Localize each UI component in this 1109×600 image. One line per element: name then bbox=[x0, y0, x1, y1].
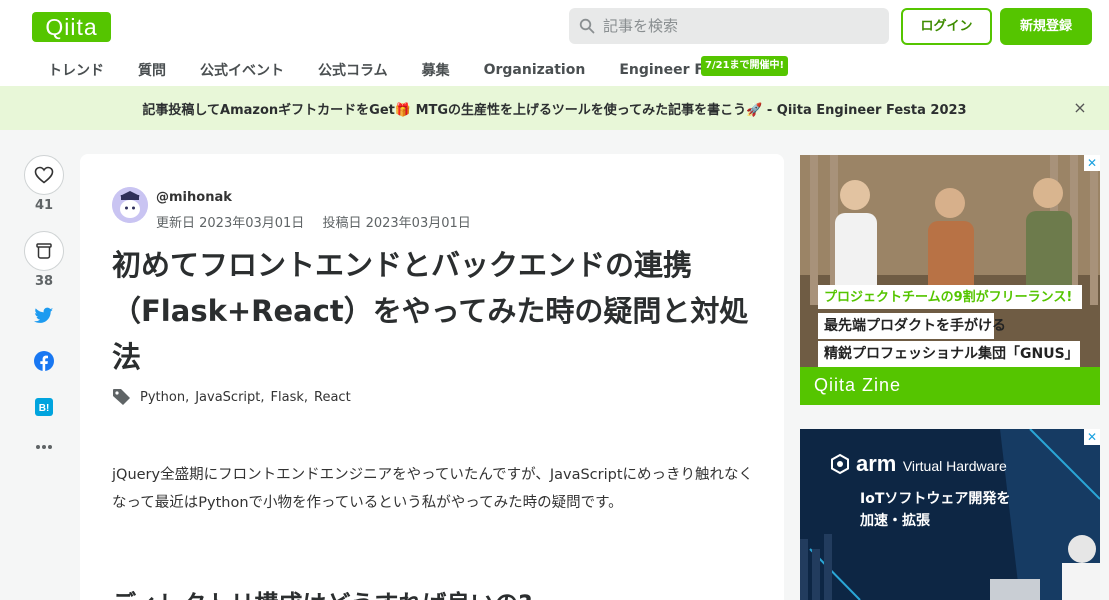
ad1-footer: Qiita Zine bbox=[814, 375, 902, 395]
tag-react[interactable]: React bbox=[314, 390, 351, 405]
ad-qiita-zine[interactable]: プロジェクトチームの9割がフリーランス! 最先端プロダクトを手がける 精鋭プロフ… bbox=[800, 155, 1100, 405]
more-options-icon[interactable] bbox=[35, 444, 53, 450]
nav-questions[interactable]: 質問 bbox=[138, 60, 166, 80]
article-heading: ディレクトリ構成はどうすれば良いの? bbox=[112, 584, 532, 600]
tag-javascript[interactable]: JavaScript bbox=[195, 390, 260, 405]
tag-python[interactable]: Python bbox=[140, 390, 185, 405]
nav-trend[interactable]: トレンド bbox=[48, 60, 104, 80]
signup-button[interactable]: 新規登録 bbox=[1000, 8, 1092, 45]
twitter-icon[interactable] bbox=[34, 307, 54, 325]
author-name[interactable]: @mihonak bbox=[156, 190, 232, 205]
main-nav: トレンド 質問 公式イベント 公式コラム 募集 Organization Eng… bbox=[32, 54, 754, 86]
hatena-bookmark-icon[interactable]: B! bbox=[35, 398, 53, 416]
ad2-info-icon[interactable]: ✕ bbox=[1084, 429, 1100, 445]
announcement-banner[interactable]: 記事投稿してAmazonギフトカードをGet🎁 MTGの生産性を上げるツールを使… bbox=[0, 86, 1109, 130]
heart-icon bbox=[34, 166, 54, 184]
arm-product-text: Virtual Hardware bbox=[902, 458, 1007, 474]
nav-organization[interactable]: Organization bbox=[484, 62, 586, 78]
ad1-line3: 精鋭プロフェッショナル集団「GNUS」 bbox=[824, 346, 1079, 362]
like-button[interactable] bbox=[24, 155, 64, 195]
author-avatar[interactable] bbox=[112, 187, 148, 223]
posted-date: 投稿日 2023年03月01日 bbox=[322, 216, 471, 231]
search-box[interactable] bbox=[569, 8, 889, 44]
stock-button[interactable] bbox=[24, 231, 64, 271]
article-card: @mihonak 更新日 2023年03月01日 投稿日 2023年03月01日… bbox=[80, 154, 784, 600]
stock-icon bbox=[36, 243, 52, 259]
ad-photo bbox=[800, 155, 1100, 405]
article-dates: 更新日 2023年03月01日 投稿日 2023年03月01日 bbox=[156, 212, 485, 231]
arm-logo-text: arm bbox=[856, 451, 897, 476]
ad-info-icon[interactable]: ✕ bbox=[1084, 155, 1100, 171]
nav-official-columns[interactable]: 公式コラム bbox=[318, 60, 388, 80]
festa-badge: 7/21まで開催中! bbox=[701, 56, 789, 76]
qiita-logo[interactable]: Qiita bbox=[32, 12, 111, 42]
banner-close-icon[interactable]: × bbox=[1070, 98, 1090, 118]
nav-recruit[interactable]: 募集 bbox=[422, 60, 450, 80]
ad2-brand: arm Virtual Hardware bbox=[856, 451, 1007, 477]
updated-date: 更新日 2023年03月01日 bbox=[156, 216, 305, 231]
tag-flask[interactable]: Flask bbox=[271, 390, 304, 405]
ad1-line1: プロジェクトチームの9割がフリーランス! bbox=[824, 290, 1073, 305]
facebook-icon[interactable] bbox=[34, 351, 54, 371]
tag-icon bbox=[113, 389, 130, 405]
login-button[interactable]: ログイン bbox=[901, 8, 992, 45]
ad-arm-virtual-hardware[interactable]: arm Virtual Hardware IoTソフトウェア開発を 加速・拡張 … bbox=[800, 429, 1100, 600]
stock-count: 38 bbox=[34, 274, 54, 289]
ad1-line2: 最先端プロダクトを手がける bbox=[824, 318, 1006, 334]
like-count: 41 bbox=[34, 198, 54, 213]
svg-text:B!: B! bbox=[39, 403, 50, 414]
banner-text[interactable]: 記事投稿してAmazonギフトカードをGet🎁 MTGの生産性を上げるツールを使… bbox=[142, 99, 966, 118]
search-icon bbox=[579, 18, 595, 34]
tag-list: Python, JavaScript, Flask, React bbox=[112, 388, 351, 406]
nav-official-events[interactable]: 公式イベント bbox=[200, 60, 284, 80]
site-header: Qiita ログイン 新規登録 トレンド 質問 公式イベント 公式コラム 募集 … bbox=[0, 0, 1109, 86]
action-rail: 41 38 B! bbox=[22, 155, 66, 450]
article-intro: jQuery全盛期にフロントエンドエンジニアをやっていたんですが、JavaScr… bbox=[112, 467, 754, 511]
search-input[interactable] bbox=[603, 17, 883, 35]
ad2-line1: IoTソフトウェア開発を bbox=[860, 491, 1011, 507]
article-title: 初めてフロントエンドとバックエンドの連携（Flask+React）をやってみた時… bbox=[112, 248, 749, 374]
ad2-line2: 加速・拡張 bbox=[860, 513, 930, 529]
